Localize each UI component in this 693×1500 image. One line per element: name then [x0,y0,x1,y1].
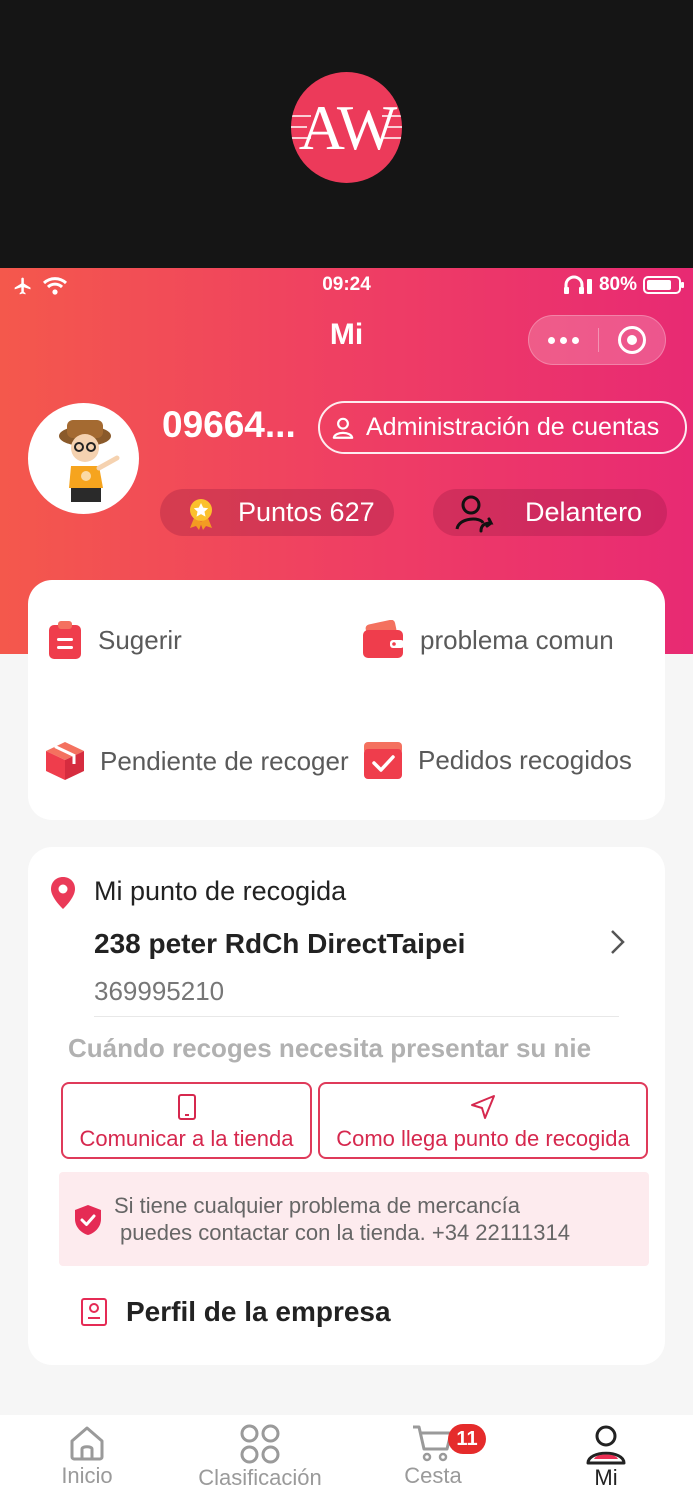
action-suggest[interactable]: Sugerir [46,620,182,660]
wallet-icon [363,620,404,658]
shield-check-icon [75,1205,101,1235]
tab-me[interactable]: Mi [580,1423,632,1491]
company-profile-label: Perfil de la empresa [126,1296,391,1327]
contact-store-label: Comunicar a la tienda [79,1125,294,1151]
pickup-title: Mi punto de recogida [94,876,347,906]
action-pending-pickup-label: Pendiente de recoger [100,745,349,776]
battery-percent: 80% [598,274,637,295]
username: 09664... [162,404,296,445]
action-picked-orders[interactable]: Pedidos recogidos [362,740,632,780]
target-icon[interactable] [617,326,646,354]
cart-badge: 11 [448,1424,486,1454]
tab-cart-label: Cesta [404,1463,462,1488]
tab-classification-label: Clasificación [198,1465,322,1490]
user-share-icon [455,495,494,532]
action-common-problem-label: problema comun [420,624,614,655]
pickup-phone: 369995210 [94,976,225,1006]
grid-icon [240,1424,280,1464]
action-picked-orders-label: Pedidos recogidos [418,744,632,775]
points-pill[interactable]: Puntos 627 [160,489,394,536]
pickup-notice: Cuándo recoges necesita presentar su nie [68,1033,592,1063]
location-pin-icon [51,877,75,909]
medal-icon [190,498,212,530]
front-pill[interactable]: Delantero [433,489,667,536]
warning-text: Si tiene cualquier problema de mercancía… [114,1192,570,1246]
pickup-address[interactable]: 238 peter RdCh DirectTaipei [94,928,465,960]
tab-bar: Inicio Clasificación Cesta Mi [0,1415,693,1500]
id-card-icon [81,1298,107,1326]
directions-label: Como llega punto de recogida [336,1125,630,1151]
tab-home-label: Inicio [61,1463,113,1488]
more-dots-icon[interactable] [548,336,580,344]
logo-text: AW [298,91,397,163]
clipboard-icon [49,621,81,659]
package-icon [46,742,84,780]
phone-icon [177,1093,196,1120]
account-management-button[interactable]: Administración de cuentas [318,401,687,454]
account-management-label: Administración de cuentas [366,413,660,441]
brand-logo: AW [291,72,402,183]
mini-program-capsule [528,315,666,365]
company-profile-link[interactable]: Perfil de la empresa [80,1296,391,1328]
navigation-arrow-icon [471,1094,495,1119]
avatar[interactable] [28,403,139,514]
tab-classification[interactable]: Clasificación [190,1423,330,1491]
warning-line-2: puedes contactar con la tienda. +34 2211… [120,1220,570,1245]
action-pending-pickup[interactable]: Pendiente de recoger [44,740,349,782]
splash-area: AW [0,0,693,268]
action-common-problem[interactable]: problema comun [362,620,614,660]
tab-home[interactable]: Inicio [58,1423,116,1489]
action-suggest-label: Sugerir [98,624,182,655]
tab-me-label: Mi [594,1465,618,1490]
capsule-divider [597,328,599,352]
actions-card [28,580,665,820]
status-bar: 09:24 80% [0,268,693,304]
battery-icon [643,276,684,294]
points-label: Puntos 627 [238,497,375,527]
front-label: Delantero [525,497,643,527]
directions-button[interactable]: Como llega punto de recogida [318,1082,648,1159]
headphones-icon [563,275,592,294]
contact-store-button[interactable]: Comunicar a la tienda [61,1082,312,1159]
user-outline-icon [332,417,354,439]
home-icon [70,1426,104,1461]
chevron-right-icon[interactable] [606,928,628,956]
divider [94,1016,619,1017]
user-icon [586,1425,626,1465]
check-box-icon [364,742,402,779]
warning-line-1: Si tiene cualquier problema de mercancía [114,1193,521,1218]
